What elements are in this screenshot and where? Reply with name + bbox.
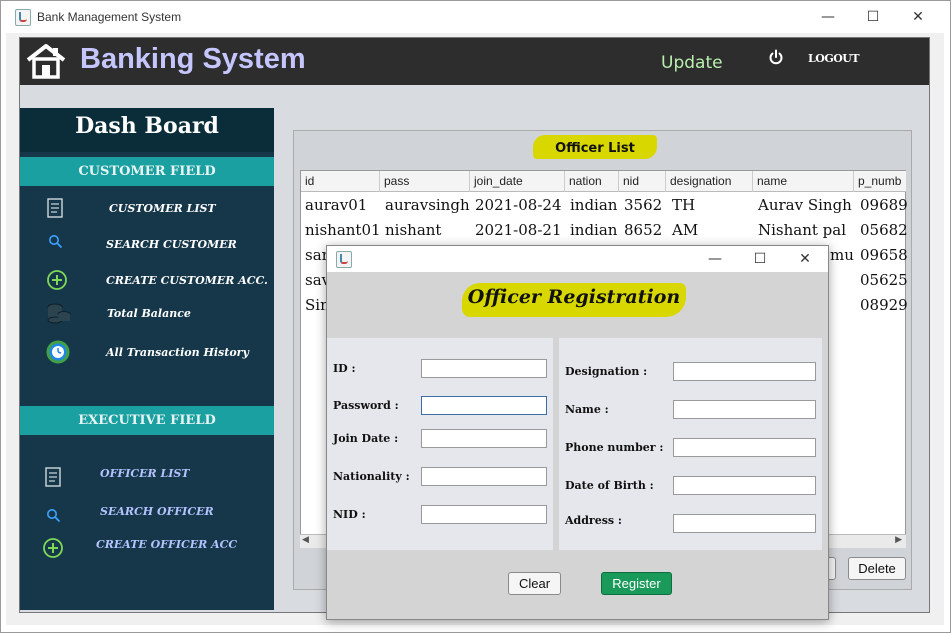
executive-field-header: EXECUTIVE FIELD <box>20 406 274 435</box>
window-titlebar: Bank Management System — ☐ ✕ <box>1 1 950 33</box>
password-field[interactable] <box>421 396 547 415</box>
column-header[interactable]: pass <box>380 171 470 192</box>
table-cell[interactable]: 09689 <box>860 196 908 214</box>
app-title: Banking System <box>80 43 306 75</box>
table-cell[interactable]: 08929 <box>860 296 908 314</box>
designation-label: Designation : <box>565 365 648 378</box>
name-field[interactable] <box>673 400 816 419</box>
customer-field-header: CUSTOMER FIELD <box>20 157 274 186</box>
table-cell[interactable]: nishant01 <box>305 221 381 239</box>
minimize-icon[interactable]: — <box>700 246 730 272</box>
table-cell[interactable]: mu <box>830 246 854 264</box>
table-cell[interactable]: nishant <box>385 221 441 239</box>
dashboard-title: Dash Board <box>20 108 274 152</box>
table-cell[interactable]: Aurav Singh <box>758 196 852 214</box>
table-cell[interactable]: aurav01 <box>305 196 367 214</box>
join-date-field[interactable] <box>421 429 547 448</box>
table-cell[interactable]: indian <box>570 196 617 214</box>
coins-icon <box>47 303 71 324</box>
sidebar-item-transaction-history[interactable]: All Transaction History <box>106 346 249 359</box>
table-cell[interactable]: Nishant pal <box>758 221 846 239</box>
table-cell[interactable]: 3562 <box>624 196 662 214</box>
nationality-field[interactable] <box>421 467 547 486</box>
dialog-titlebar: — ☐ ✕ <box>327 246 828 272</box>
update-button[interactable]: Update <box>661 53 723 73</box>
java-app-icon <box>15 9 31 26</box>
password-label: Password : <box>333 399 399 412</box>
column-header[interactable]: id <box>301 171 380 192</box>
sidebar-item-customer-list[interactable]: CUSTOMER LIST <box>109 202 216 215</box>
sidebar-item-create-customer[interactable]: CREATE CUSTOMER ACC. <box>106 274 268 287</box>
search-icon <box>49 235 63 249</box>
table-header: id pass join_date nation nid designation… <box>301 171 906 192</box>
id-field[interactable] <box>421 359 547 378</box>
address-label: Address : <box>565 514 622 527</box>
power-icon[interactable] <box>768 49 784 65</box>
id-label: ID : <box>333 362 356 375</box>
column-header[interactable]: nation <box>565 171 619 192</box>
table-cell[interactable]: 2021-08-24 <box>475 196 561 214</box>
date-of-birth-label: Date of Birth : <box>565 479 654 492</box>
maximize-icon[interactable]: ☐ <box>745 246 775 272</box>
delete-button[interactable]: Delete <box>848 557 906 580</box>
register-button[interactable]: Register <box>601 572 672 595</box>
table-cell[interactable]: auravsingh <box>385 196 470 214</box>
document-icon <box>45 467 61 487</box>
table-cell[interactable]: indian <box>570 221 617 239</box>
column-header[interactable]: designation <box>666 171 753 192</box>
nid-field[interactable] <box>421 505 547 524</box>
scroll-left-icon[interactable]: ◀ <box>302 535 309 545</box>
table-cell[interactable]: AM <box>672 221 698 239</box>
officer-list-title: Officer List <box>555 141 635 156</box>
minimize-icon[interactable]: — <box>813 4 843 30</box>
table-cell[interactable]: 05625 <box>860 271 908 289</box>
table-cell[interactable]: 8652 <box>624 221 662 239</box>
window-title: Bank Management System <box>37 10 182 24</box>
clock-icon <box>46 340 70 364</box>
sidebar-item-total-balance[interactable]: Total Balance <box>107 307 191 320</box>
column-header[interactable]: p_numb <box>854 171 906 192</box>
table-cell[interactable]: 09658 <box>860 246 908 264</box>
column-header[interactable]: join_date <box>470 171 565 192</box>
sidebar-item-search-officer[interactable]: SEARCH OFFICER <box>100 505 214 518</box>
home-icon <box>26 44 66 79</box>
clear-button[interactable]: Clear <box>508 572 561 595</box>
dialog-title: Officer Registration <box>467 286 681 308</box>
sidebar-item-create-officer[interactable]: CREATE OFFICER ACC <box>96 538 237 551</box>
scroll-right-icon[interactable]: ▶ <box>895 535 902 545</box>
nationality-label: Nationality : <box>333 470 410 483</box>
search-icon <box>47 509 61 523</box>
plus-circle-icon <box>43 538 63 558</box>
column-header[interactable]: nid <box>619 171 666 192</box>
name-label: Name : <box>565 403 609 416</box>
column-header[interactable]: name <box>753 171 854 192</box>
table-cell[interactable]: 2021-08-21 <box>475 221 561 239</box>
java-app-icon <box>336 251 352 268</box>
table-cell[interactable]: TH <box>672 196 695 214</box>
maximize-icon[interactable]: ☐ <box>858 4 888 30</box>
date-of-birth-field[interactable] <box>673 476 816 495</box>
address-field[interactable] <box>673 514 816 533</box>
sidebar-item-officer-list[interactable]: OFFICER LIST <box>100 467 189 480</box>
close-icon[interactable]: ✕ <box>903 4 933 30</box>
sidebar-item-search-customer[interactable]: SEARCH CUSTOMER <box>106 238 237 251</box>
logout-button[interactable]: LOGOUT <box>808 52 860 65</box>
plus-circle-icon <box>47 270 67 290</box>
document-icon <box>47 198 63 218</box>
nid-label: NID : <box>333 508 366 521</box>
join-date-label: Join Date : <box>333 432 399 445</box>
designation-field[interactable] <box>673 362 816 381</box>
table-cell[interactable]: 05682 <box>860 221 908 239</box>
close-icon[interactable]: ✕ <box>790 246 820 272</box>
phone-number-field[interactable] <box>673 438 816 457</box>
phone-number-label: Phone number : <box>565 441 664 454</box>
